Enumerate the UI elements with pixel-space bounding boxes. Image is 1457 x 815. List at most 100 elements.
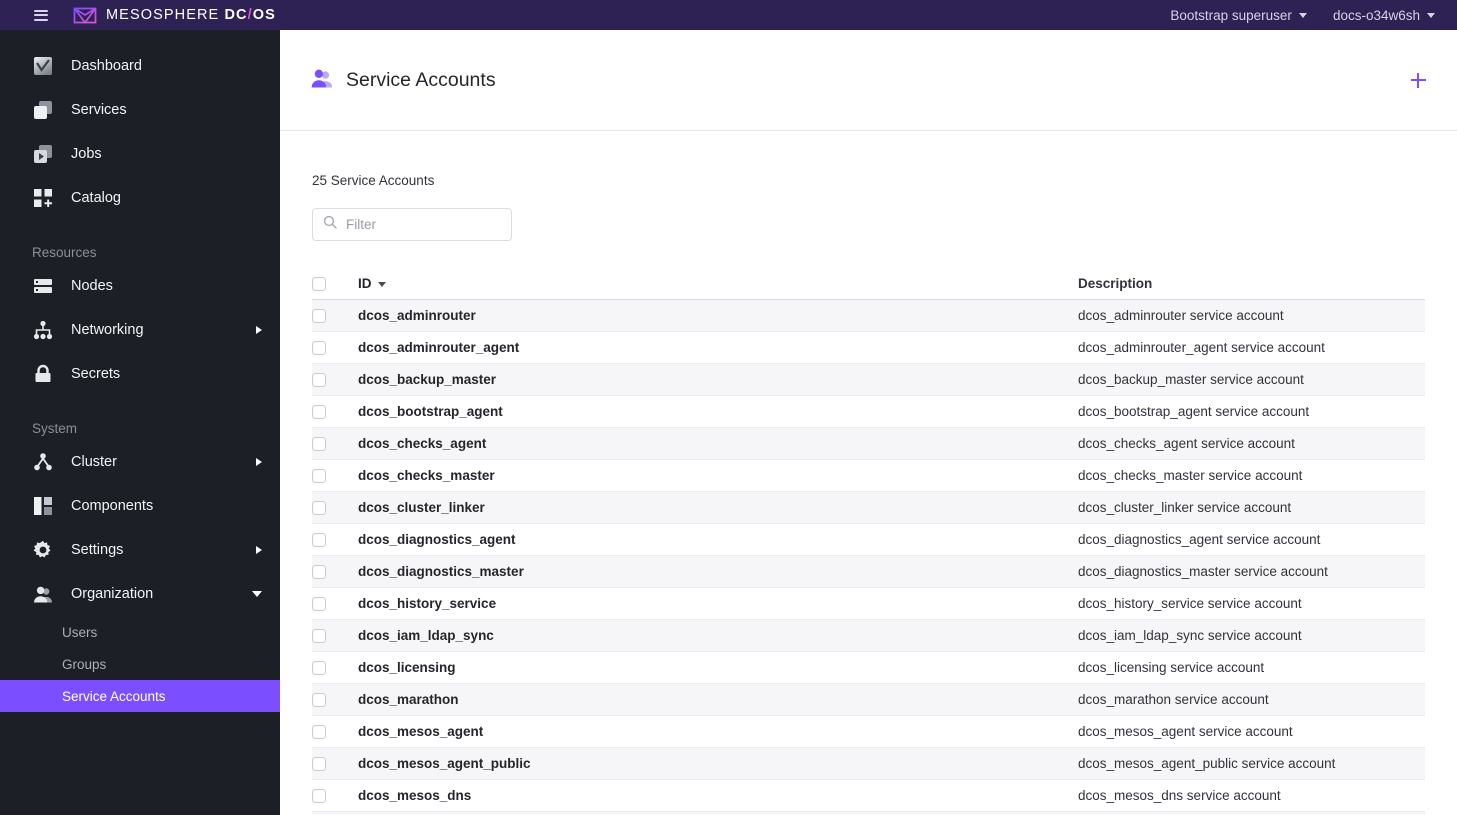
table-row[interactable]: dcos_adminrouter_agent dcos_adminrouter_a… bbox=[312, 332, 1425, 364]
cell-id[interactable]: dcos_licensing bbox=[358, 660, 1078, 675]
user-menu-label: Bootstrap superuser bbox=[1170, 7, 1292, 23]
table-row[interactable]: dcos_adminrouter dcos_adminrouter service… bbox=[312, 300, 1425, 332]
table-row[interactable]: dcos_marathon dcos_marathon service accou… bbox=[312, 684, 1425, 716]
row-checkbox[interactable] bbox=[312, 596, 326, 611]
cell-id[interactable]: dcos_mesos_agent bbox=[358, 724, 1078, 739]
cell-id[interactable]: dcos_mesos_dns bbox=[358, 788, 1078, 803]
sidebar-item-services[interactable]: Services bbox=[0, 88, 280, 132]
table-row[interactable]: dcos_checks_agent dcos_checks_agent servi… bbox=[312, 428, 1425, 460]
cell-id[interactable]: dcos_adminrouter bbox=[358, 308, 1078, 323]
chevron-down-icon bbox=[252, 591, 262, 597]
sidebar-item-dashboard[interactable]: Dashboard bbox=[0, 44, 280, 88]
row-select-cell bbox=[312, 660, 358, 675]
table-row[interactable]: dcos_mesos_dns dcos_mesos_dns service acc… bbox=[312, 780, 1425, 812]
gear-icon bbox=[32, 539, 54, 561]
cell-description: dcos_backup_master service account bbox=[1078, 372, 1304, 387]
row-checkbox[interactable] bbox=[312, 468, 326, 483]
cell-id[interactable]: dcos_adminrouter_agent bbox=[358, 340, 1078, 355]
column-header-id[interactable]: ID bbox=[358, 276, 1078, 291]
row-checkbox[interactable] bbox=[312, 532, 326, 547]
sidebar-subitem-label: Users bbox=[62, 624, 98, 640]
row-checkbox[interactable] bbox=[312, 564, 326, 579]
table-row[interactable]: dcos_bootstrap_agent dcos_bootstrap_agent… bbox=[312, 396, 1425, 428]
table-row[interactable]: dcos_history_service dcos_history_service… bbox=[312, 588, 1425, 620]
table-row[interactable]: dcos_mesos_agent dcos_mesos_agent service… bbox=[312, 716, 1425, 748]
row-checkbox[interactable] bbox=[312, 756, 326, 771]
sidebar-item-jobs[interactable]: Jobs bbox=[0, 132, 280, 176]
table-row[interactable]: dcos_cluster_linker dcos_cluster_linker s… bbox=[312, 492, 1425, 524]
table-row[interactable]: dcos_diagnostics_master dcos_diagnostics_… bbox=[312, 556, 1425, 588]
components-icon bbox=[32, 495, 54, 517]
sidebar-item-networking[interactable]: Networking bbox=[0, 308, 280, 352]
row-select-cell bbox=[312, 500, 358, 515]
row-select-cell bbox=[312, 468, 358, 483]
row-select-cell bbox=[312, 436, 358, 451]
cell-id[interactable]: dcos_bootstrap_agent bbox=[358, 404, 1078, 419]
row-checkbox[interactable] bbox=[312, 308, 326, 323]
nodes-icon bbox=[32, 275, 54, 297]
cell-id[interactable]: dcos_iam_ldap_sync bbox=[358, 628, 1078, 643]
sidebar-item-groups[interactable]: Groups bbox=[0, 648, 280, 680]
sidebar-item-secrets[interactable]: Secrets bbox=[0, 352, 280, 396]
row-select-cell bbox=[312, 724, 358, 739]
table-row[interactable]: dcos_diagnostics_agent dcos_diagnostics_a… bbox=[312, 524, 1425, 556]
sidebar-subitem-label: Groups bbox=[62, 656, 107, 672]
row-checkbox[interactable] bbox=[312, 724, 326, 739]
jobs-icon bbox=[32, 143, 54, 165]
sidebar-item-catalog[interactable]: Catalog bbox=[0, 176, 280, 220]
cell-id[interactable]: dcos_checks_master bbox=[358, 468, 1078, 483]
row-checkbox[interactable] bbox=[312, 436, 326, 451]
cell-description: dcos_mesos_agent_public service account bbox=[1078, 756, 1336, 771]
row-checkbox[interactable] bbox=[312, 340, 326, 355]
sidebar-item-users[interactable]: Users bbox=[0, 616, 280, 648]
cell-id[interactable]: dcos_cluster_linker bbox=[358, 500, 1078, 515]
add-service-account-button[interactable] bbox=[1406, 68, 1430, 92]
table-row[interactable]: dcos_backup_master dcos_backup_master ser… bbox=[312, 364, 1425, 396]
cell-description: dcos_cluster_linker service account bbox=[1078, 500, 1292, 515]
page-header: Service Accounts bbox=[280, 30, 1457, 131]
row-checkbox[interactable] bbox=[312, 692, 326, 707]
cell-description: dcos_mesos_agent service account bbox=[1078, 724, 1293, 739]
cluster-icon bbox=[32, 451, 54, 473]
row-checkbox[interactable] bbox=[312, 372, 326, 387]
row-checkbox[interactable] bbox=[312, 788, 326, 803]
cell-id[interactable]: dcos_marathon bbox=[358, 692, 1078, 707]
sidebar-item-cluster[interactable]: Cluster bbox=[0, 440, 280, 484]
chevron-down-icon bbox=[1298, 12, 1307, 18]
cell-id[interactable]: dcos_checks_agent bbox=[358, 436, 1078, 451]
cluster-menu[interactable]: docs-o34w6sh bbox=[1333, 8, 1435, 23]
service-accounts-table: ID Description dcos_adminrouter dcos_admi… bbox=[312, 268, 1425, 815]
cell-description: dcos_diagnostics_agent service account bbox=[1078, 532, 1321, 547]
row-checkbox[interactable] bbox=[312, 628, 326, 643]
filter-field[interactable] bbox=[312, 208, 512, 241]
select-all-checkbox[interactable] bbox=[312, 276, 326, 291]
cell-id[interactable]: dcos_mesos_agent_public bbox=[358, 756, 1078, 771]
table-row[interactable]: dcos_checks_master dcos_checks_master ser… bbox=[312, 460, 1425, 492]
table-row[interactable]: dcos_mesos_agent_public dcos_mesos_agent_… bbox=[312, 748, 1425, 780]
mesosphere-mark-icon bbox=[73, 6, 97, 25]
table-row[interactable]: dcos_iam_ldap_sync dcos_iam_ldap_sync ser… bbox=[312, 620, 1425, 652]
sidebar-item-settings[interactable]: Settings bbox=[0, 528, 280, 572]
row-checkbox[interactable] bbox=[312, 500, 326, 515]
cell-id[interactable]: dcos_backup_master bbox=[358, 372, 1078, 387]
sidebar-item-organization[interactable]: Organization bbox=[0, 572, 280, 616]
filter-input[interactable] bbox=[346, 217, 501, 232]
user-menu[interactable]: Bootstrap superuser bbox=[1170, 8, 1307, 23]
sidebar-item-components[interactable]: Components bbox=[0, 484, 280, 528]
row-checkbox[interactable] bbox=[312, 404, 326, 419]
column-header-description[interactable]: Description bbox=[1078, 276, 1425, 291]
brand-logo[interactable]: MESOSPHERE DC/OS bbox=[73, 6, 276, 25]
catalog-icon bbox=[32, 187, 54, 209]
cell-id[interactable]: dcos_diagnostics_master bbox=[358, 564, 1078, 579]
cell-id[interactable]: dcos_history_service bbox=[358, 596, 1078, 611]
cell-description: dcos_marathon service account bbox=[1078, 692, 1269, 707]
table-header-row: ID Description bbox=[312, 268, 1425, 300]
row-select-cell bbox=[312, 532, 358, 547]
hamburger-icon[interactable] bbox=[34, 9, 48, 21]
row-checkbox[interactable] bbox=[312, 660, 326, 675]
cell-id[interactable]: dcos_diagnostics_agent bbox=[358, 532, 1078, 547]
table-row[interactable]: dcos_licensing dcos_licensing service acc… bbox=[312, 652, 1425, 684]
sidebar-item-label: Services bbox=[71, 102, 127, 118]
sidebar-item-nodes[interactable]: Nodes bbox=[0, 264, 280, 308]
sidebar-item-service-accounts[interactable]: Service Accounts bbox=[0, 680, 280, 712]
